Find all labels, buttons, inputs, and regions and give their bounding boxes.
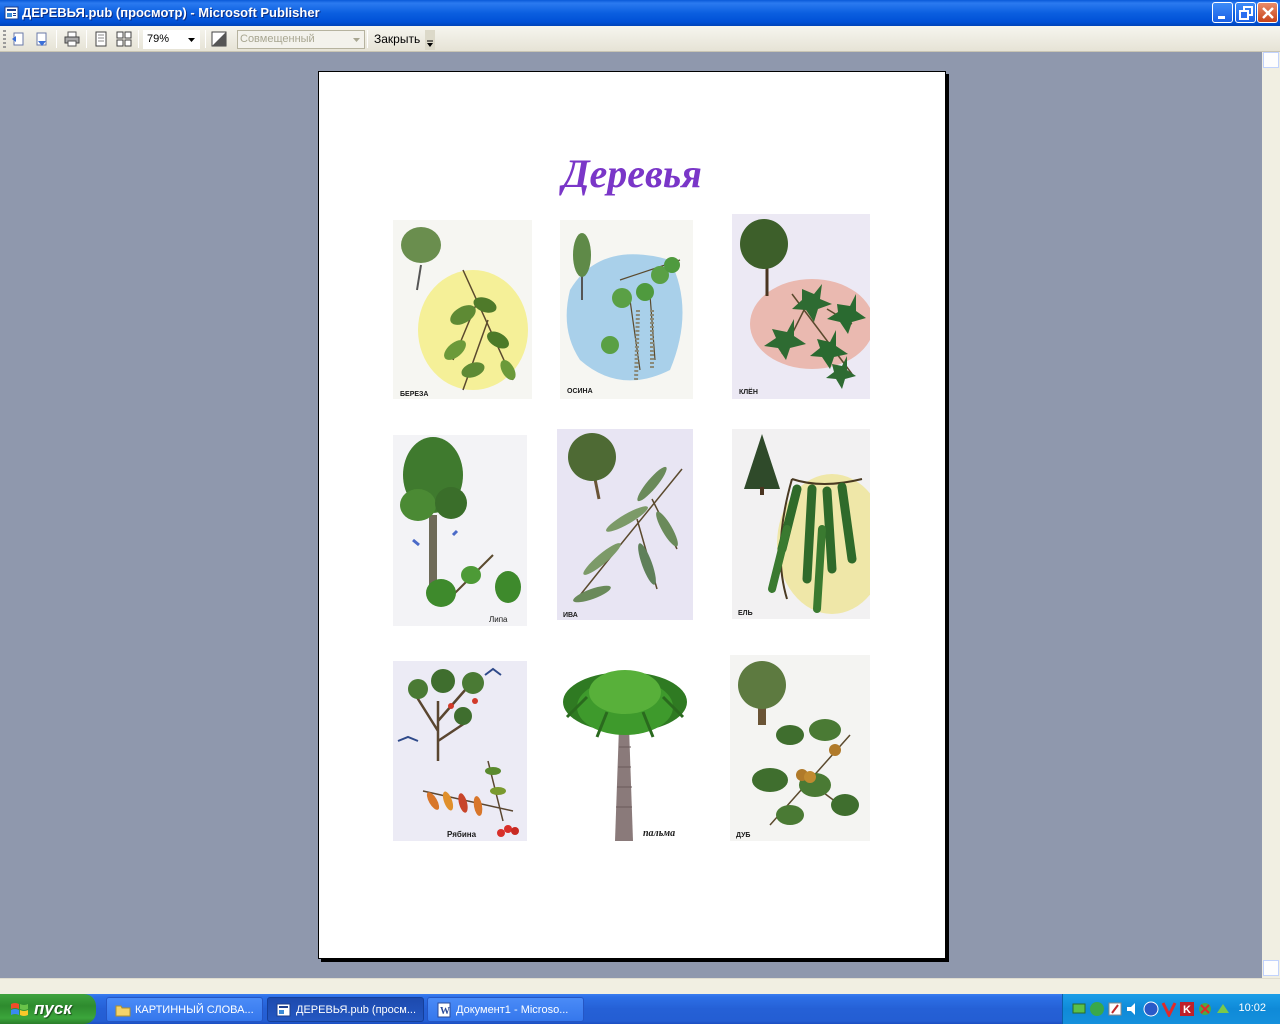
calendar-icon[interactable] (1107, 1001, 1123, 1017)
aspen-picture (560, 220, 693, 399)
maple-caption: КЛЁН (739, 389, 758, 396)
color-grayscale-button[interactable] (208, 29, 230, 49)
taskbar-item-word[interactable]: W Документ1 - Microso... (427, 997, 584, 1022)
linden-caption: Липа (489, 615, 508, 624)
window-title: ДЕРЕВЬЯ.pub (просмотр) - Microsoft Publi… (22, 5, 320, 20)
clock: 10:02 (1238, 1002, 1266, 1014)
toolbar-options-icon[interactable] (425, 30, 435, 50)
toolbar-grip[interactable] (3, 30, 6, 48)
maple-picture (732, 214, 870, 399)
publication-page: Деревья БЕРЕЗА ОСИНА КЛЁН Липа ИВА ЕЛЬ Р… (318, 71, 946, 959)
birch-image (393, 220, 532, 399)
chevron-down-icon[interactable] (185, 32, 198, 47)
rowan-picture (393, 661, 527, 841)
palm-caption: пальма (643, 828, 676, 839)
taskbar-item-publisher[interactable]: ДЕРЕВЬЯ.pub (просм... (267, 997, 424, 1022)
oak-caption: ДУБ (736, 832, 751, 839)
scroll-down-button[interactable] (1263, 960, 1279, 976)
zoom-value: 79% (147, 33, 170, 45)
spruce-image (732, 429, 870, 619)
antivirus-icon[interactable] (1161, 1001, 1177, 1017)
folder-icon (115, 1005, 131, 1017)
print-button[interactable] (61, 29, 83, 49)
restore-icon (1239, 6, 1253, 20)
connection-icon[interactable] (1197, 1001, 1213, 1017)
system-tray: K 10:02 (1062, 994, 1280, 1024)
aspen-image (560, 220, 693, 399)
taskbar-item-label: КАРТИННЫЙ СЛОВА... (135, 1004, 254, 1016)
previous-page-button[interactable] (8, 29, 30, 49)
willow-picture (557, 429, 693, 620)
shield-icon[interactable] (1143, 1001, 1159, 1017)
oak-picture (730, 655, 870, 841)
multiple-pages-button[interactable] (113, 29, 135, 49)
zoom-select[interactable]: 79% (143, 30, 200, 49)
start-label: пуск (34, 999, 72, 1018)
taskbar-item-label: Документ1 - Microso... (456, 1004, 569, 1016)
taskbar-item-folder[interactable]: КАРТИННЫЙ СЛОВА... (106, 997, 263, 1022)
restore-button[interactable] (1235, 2, 1256, 23)
close-window-button[interactable] (1257, 2, 1278, 23)
linden-image (393, 435, 527, 626)
update-icon[interactable] (1215, 1001, 1231, 1017)
volume-icon[interactable] (1125, 1001, 1141, 1017)
scroll-up-button[interactable] (1263, 52, 1279, 68)
taskbar-item-label: ДЕРЕВЬЯ.pub (просм... (296, 1004, 417, 1016)
spruce-caption: ЕЛЬ (738, 610, 753, 617)
next-page-button[interactable] (31, 29, 53, 49)
layout-value: Совмещенный (240, 33, 315, 45)
page-down-icon (36, 32, 47, 46)
close-preview-button[interactable]: Закрыть (370, 30, 424, 49)
preview-toolbar: 79% Совмещенный Закрыть (0, 26, 1280, 52)
oak-image (730, 655, 870, 841)
linden-picture (393, 435, 527, 626)
minimize-icon (1218, 16, 1225, 19)
window-titlebar[interactable]: ДЕРЕВЬЯ.pub (просмотр) - Microsoft Publi… (0, 0, 1280, 26)
page-title: Деревья (562, 151, 702, 196)
chevron-down-icon[interactable] (350, 32, 363, 47)
network-icon[interactable] (1071, 1001, 1087, 1017)
word-document-icon: W (437, 1002, 451, 1018)
horizontal-scrollbar[interactable] (0, 978, 1280, 994)
palm-image (557, 657, 693, 841)
windows-logo-icon (11, 1003, 28, 1016)
security-icon[interactable] (1089, 1001, 1105, 1017)
vertical-scrollbar[interactable] (1262, 52, 1280, 978)
taskbar: пуск КАРТИННЫЙ СЛОВА... ДЕРЕВЬЯ.pub (про… (0, 994, 1280, 1024)
rowan-image (393, 661, 527, 841)
spruce-picture (732, 429, 870, 619)
multiple-pages-icon (116, 31, 132, 47)
one-page-button[interactable] (90, 29, 112, 49)
publisher-app-icon (4, 6, 19, 20)
aspen-caption: ОСИНА (567, 388, 593, 395)
willow-caption: ИВА (563, 612, 578, 619)
maple-image (732, 214, 870, 399)
birch-picture (393, 220, 532, 399)
start-button[interactable]: пуск (0, 994, 96, 1024)
single-page-icon (95, 31, 107, 47)
svg-text:K: K (1183, 1004, 1191, 1016)
svg-text:W: W (440, 1006, 450, 1017)
minimize-button[interactable] (1212, 2, 1233, 23)
kaspersky-icon[interactable]: K (1179, 1001, 1195, 1017)
page-up-icon (12, 32, 24, 46)
willow-image (557, 429, 693, 620)
rowan-caption: Рябина (447, 830, 477, 839)
birch-caption: БЕРЕЗА (400, 391, 429, 398)
layout-select[interactable]: Совмещенный (237, 30, 365, 49)
printer-icon (64, 31, 80, 47)
close-icon (1262, 7, 1274, 19)
grayscale-icon (211, 31, 227, 47)
palm-picture (557, 657, 693, 841)
publisher-icon (276, 1003, 291, 1017)
